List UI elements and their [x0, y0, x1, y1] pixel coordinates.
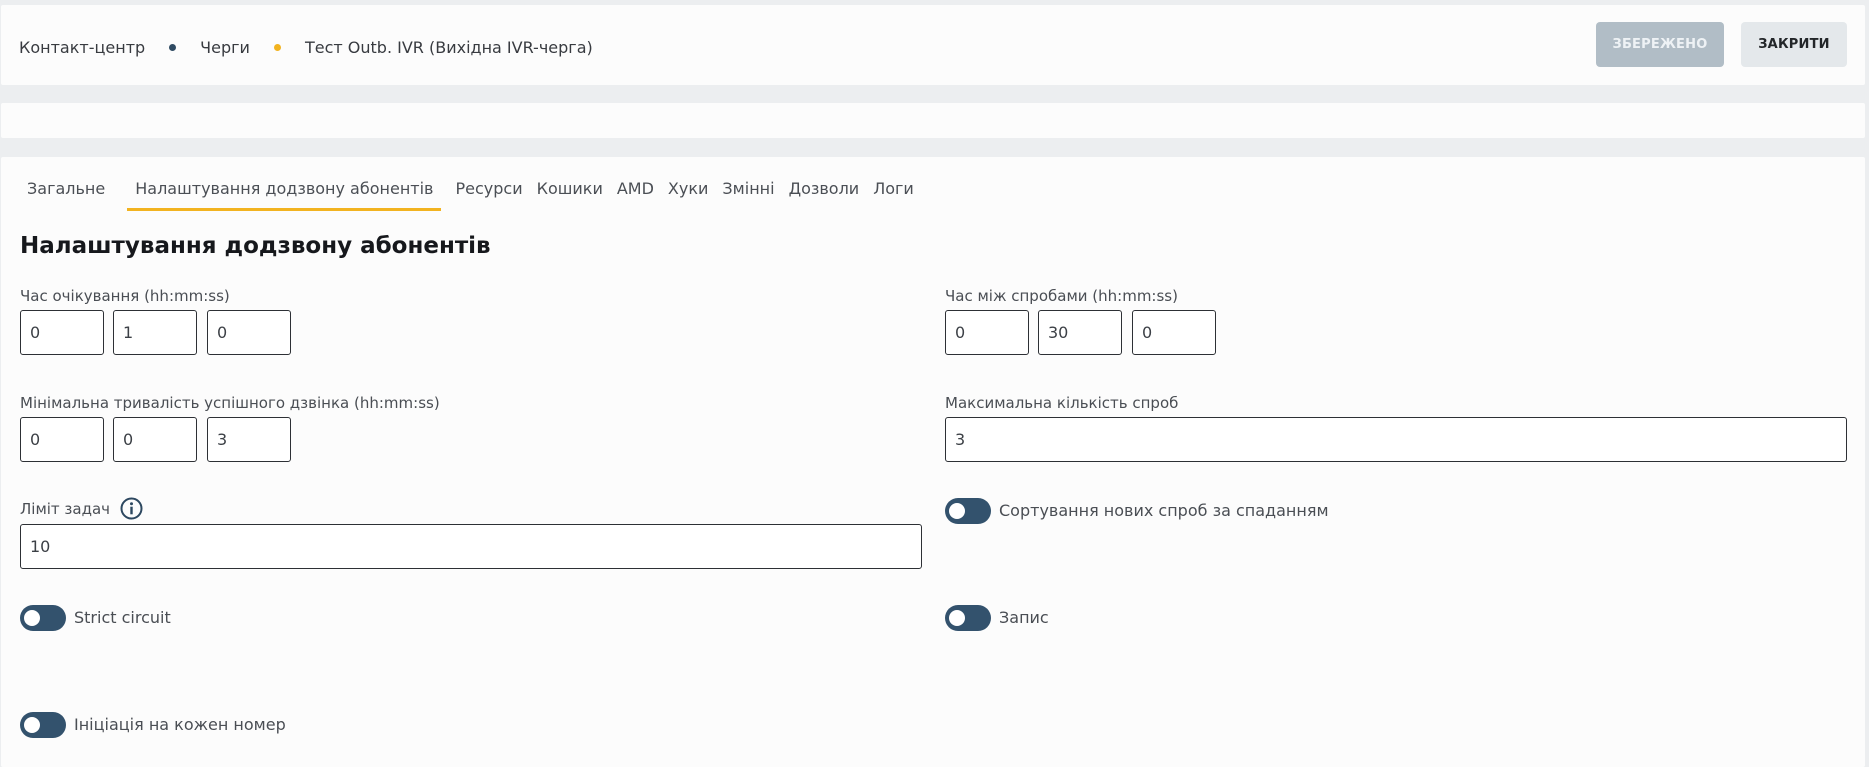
sort-desc-label: Сортування нових спроб за спаданням — [999, 501, 1329, 520]
breadcrumb-item-current-queue: Тест Outb. IVR (Вихідна IVR-черга) — [304, 38, 593, 57]
tab-baskets[interactable]: Кошики — [537, 179, 603, 211]
strict-circuit-label: Strict circuit — [74, 608, 171, 627]
toggle-knob — [949, 610, 965, 626]
task-limit-input[interactable]: 10 — [20, 524, 922, 569]
retry-interval-seconds-input[interactable]: 0 — [1132, 310, 1216, 355]
min-success-duration-label: Мінімальна тривалість успішного дзвінка … — [20, 394, 440, 412]
min-success-seconds-input[interactable]: 3 — [207, 417, 291, 462]
tab-general[interactable]: Загальне — [19, 179, 113, 211]
task-limit-label-row: Ліміт задач — [20, 497, 143, 520]
retry-interval-label: Час між спробами (hh:mm:ss) — [945, 287, 1178, 305]
per-number-label: Ініціація на кожен номер — [74, 715, 286, 734]
wait-time-seconds-input[interactable]: 0 — [207, 310, 291, 355]
breadcrumb-item-contact-center[interactable]: Контакт-центр — [19, 38, 145, 57]
toggle-knob — [949, 503, 965, 519]
per-number-toggle[interactable] — [20, 712, 66, 738]
strict-circuit-toggle[interactable] — [20, 605, 66, 631]
retry-interval-minutes-input[interactable]: 30 — [1038, 310, 1122, 355]
recording-label: Запис — [999, 608, 1049, 627]
header-bar: Контакт-центр Черги Тест Outb. IVR (Вихі… — [1, 5, 1865, 85]
task-limit-label: Ліміт задач — [20, 499, 111, 518]
breadcrumb-item-queues[interactable]: Черги — [200, 38, 250, 57]
breadcrumb-separator-dot — [273, 44, 281, 51]
toggle-knob — [24, 610, 40, 626]
tab-resources[interactable]: Ресурси — [455, 179, 522, 211]
wait-time-minutes-input[interactable]: 1 — [113, 310, 197, 355]
tab-hooks[interactable]: Хуки — [668, 179, 709, 211]
section-title: Налаштування додзвону абонентів — [20, 233, 491, 259]
tab-dialing-settings[interactable]: Налаштування додзвону абонентів — [127, 179, 442, 211]
retry-interval-hours-input[interactable]: 0 — [945, 310, 1029, 355]
breadcrumb-separator-dot — [169, 44, 177, 51]
max-attempts-label: Максимальна кількість спроб — [945, 394, 1179, 412]
tab-bar: Загальне Налаштування додзвону абонентів… — [19, 179, 928, 211]
saved-button[interactable]: ЗБЕРЕЖЕНО — [1596, 22, 1724, 67]
close-button[interactable]: ЗАКРИТИ — [1741, 22, 1847, 67]
info-icon[interactable] — [120, 497, 143, 520]
min-success-minutes-input[interactable]: 0 — [113, 417, 197, 462]
wait-time-label: Час очікування (hh:mm:ss) — [20, 287, 230, 305]
sort-desc-toggle[interactable] — [945, 498, 991, 524]
tab-variables[interactable]: Змінні — [722, 179, 774, 211]
tab-logs[interactable]: Логи — [873, 179, 914, 211]
max-attempts-input[interactable]: 3 — [945, 417, 1847, 462]
min-success-hours-input[interactable]: 0 — [20, 417, 104, 462]
toolbar-strip — [1, 103, 1865, 138]
wait-time-hours-input[interactable]: 0 — [20, 310, 104, 355]
tab-amd[interactable]: AMD — [617, 179, 654, 211]
main-panel: Загальне Налаштування додзвону абонентів… — [1, 157, 1865, 767]
breadcrumb: Контакт-центр Черги Тест Outb. IVR (Вихі… — [19, 38, 593, 57]
toggle-knob — [24, 717, 40, 733]
tab-permissions[interactable]: Дозволи — [789, 179, 860, 211]
recording-toggle[interactable] — [945, 605, 991, 631]
